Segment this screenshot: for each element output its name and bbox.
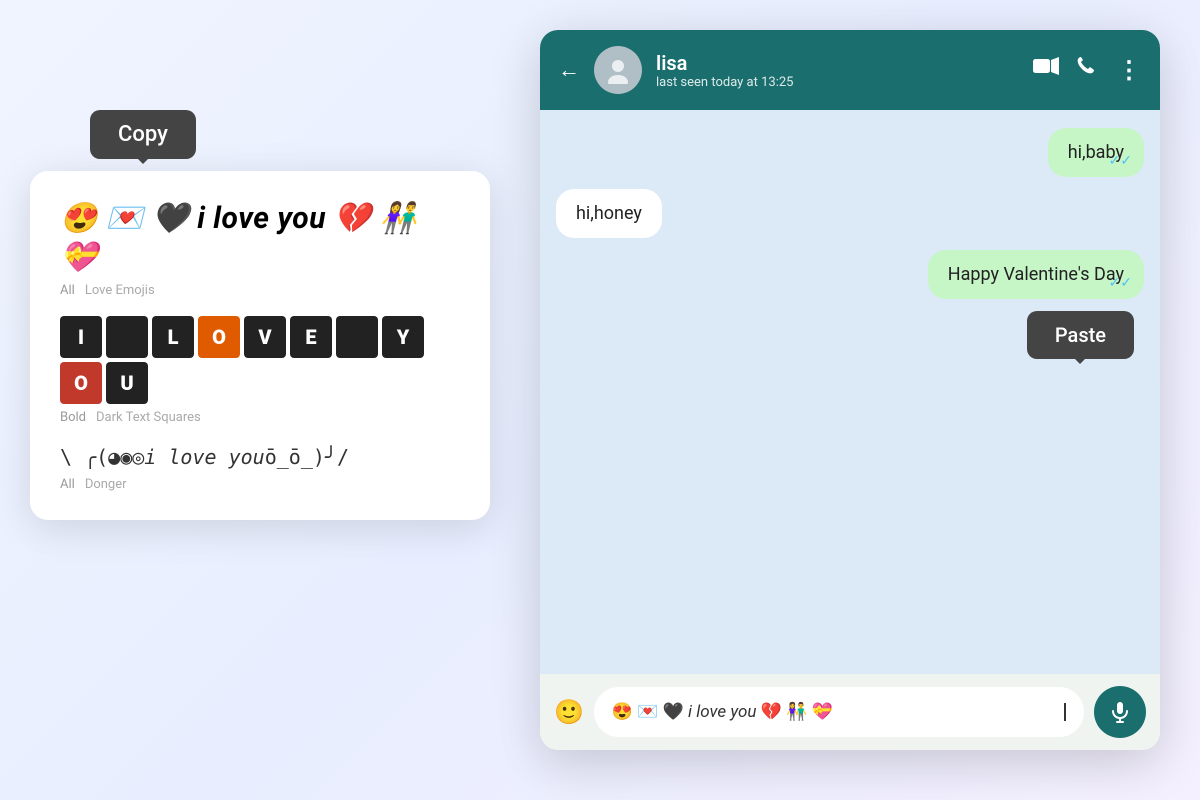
love-emojis-tags: All Love Emojis [60,283,460,298]
message-row-2: hi,honey [556,189,1144,238]
donger-row[interactable]: \ ╭(◕◉◎i love youō̲ō̲)╯/ All Donger [60,443,460,492]
donger-text: \ ╭(◕◉◎i love youō̲ō̲)╯/ [60,443,460,471]
header-icons: ⋮ [1033,56,1142,84]
copy-card-section: Copy 😍 💌 🖤 i love you 💔 👫 💝 All Love Emo… [30,110,490,520]
mic-button[interactable] [1094,686,1146,738]
phone-icon[interactable] [1077,56,1099,84]
sq-space [106,316,148,358]
sq-U: U [106,362,148,404]
sq-L: L [152,316,194,358]
tag-donger: Donger [85,477,127,492]
input-cursor [1064,703,1066,721]
avatar [594,46,642,94]
input-text: 😍 💌 🖤 i love you 💔 👫 💝 [612,702,1064,722]
tag-bold: Bold [60,410,86,425]
bold-squares-row[interactable]: I L O V E Y O U Bold Dark Text Squares [60,316,460,425]
message-bubble-3: Happy Valentine's Day ✓✓ [928,250,1144,299]
sq-I: I [60,316,102,358]
contact-info: lisa last seen today at 13:25 [656,51,1019,90]
love-emojis-text: 😍 💌 🖤 i love you 💔 👫 💝 [60,199,460,277]
sq-Y: Y [382,316,424,358]
message-bubble-2: hi,honey [556,189,662,238]
message-input[interactable]: 😍 💌 🖤 i love you 💔 👫 💝 [594,687,1084,737]
wa-chat-body: hi,baby ✓✓ hi,honey Happy Valentine's Da… [540,110,1160,674]
sq-O2: O [60,362,102,404]
love-emojis-row[interactable]: 😍 💌 🖤 i love you 💔 👫 💝 All Love Emojis [60,199,460,298]
paste-tooltip-wrap: Paste [556,311,1134,359]
tag-love-emojis: Love Emojis [85,283,155,298]
sq-space2 [336,316,378,358]
tag-all-donger: All [60,477,75,492]
sq-O: O [198,316,240,358]
video-call-icon[interactable] [1033,56,1059,84]
tag-dark-text-squares: Dark Text Squares [96,410,201,425]
tag-all: All [60,283,75,298]
emoji-picker-button[interactable]: 🙂 [554,698,584,726]
message-bubble-1: hi,baby ✓✓ [1048,128,1144,177]
squares-text: I L O V E Y O U [60,316,460,404]
more-options-icon[interactable]: ⋮ [1117,56,1142,84]
whatsapp-panel: ← lisa last seen today at 13:25 [540,30,1160,750]
contact-status: last seen today at 13:25 [656,75,1019,90]
sq-V: V [244,316,286,358]
message-tick-3: ✓✓ [1109,275,1132,291]
bold-squares-tags: Bold Dark Text Squares [60,410,460,425]
message-text-2: hi,honey [576,203,642,224]
contact-name: lisa [656,51,1019,75]
message-row-3: Happy Valentine's Day ✓✓ [556,250,1144,299]
message-row-1: hi,baby ✓✓ [556,128,1144,177]
copy-card: 😍 💌 🖤 i love you 💔 👫 💝 All Love Emojis I… [30,171,490,520]
sq-E: E [290,316,332,358]
wa-footer: 🙂 😍 💌 🖤 i love you 💔 👫 💝 [540,674,1160,750]
donger-tags: All Donger [60,477,460,492]
paste-tooltip[interactable]: Paste [1027,311,1134,359]
message-text-3: Happy Valentine's Day [948,264,1124,285]
wa-header: ← lisa last seen today at 13:25 [540,30,1160,110]
copy-tooltip[interactable]: Copy [90,110,196,159]
back-button[interactable]: ← [558,57,580,83]
message-tick-1: ✓✓ [1109,153,1132,169]
